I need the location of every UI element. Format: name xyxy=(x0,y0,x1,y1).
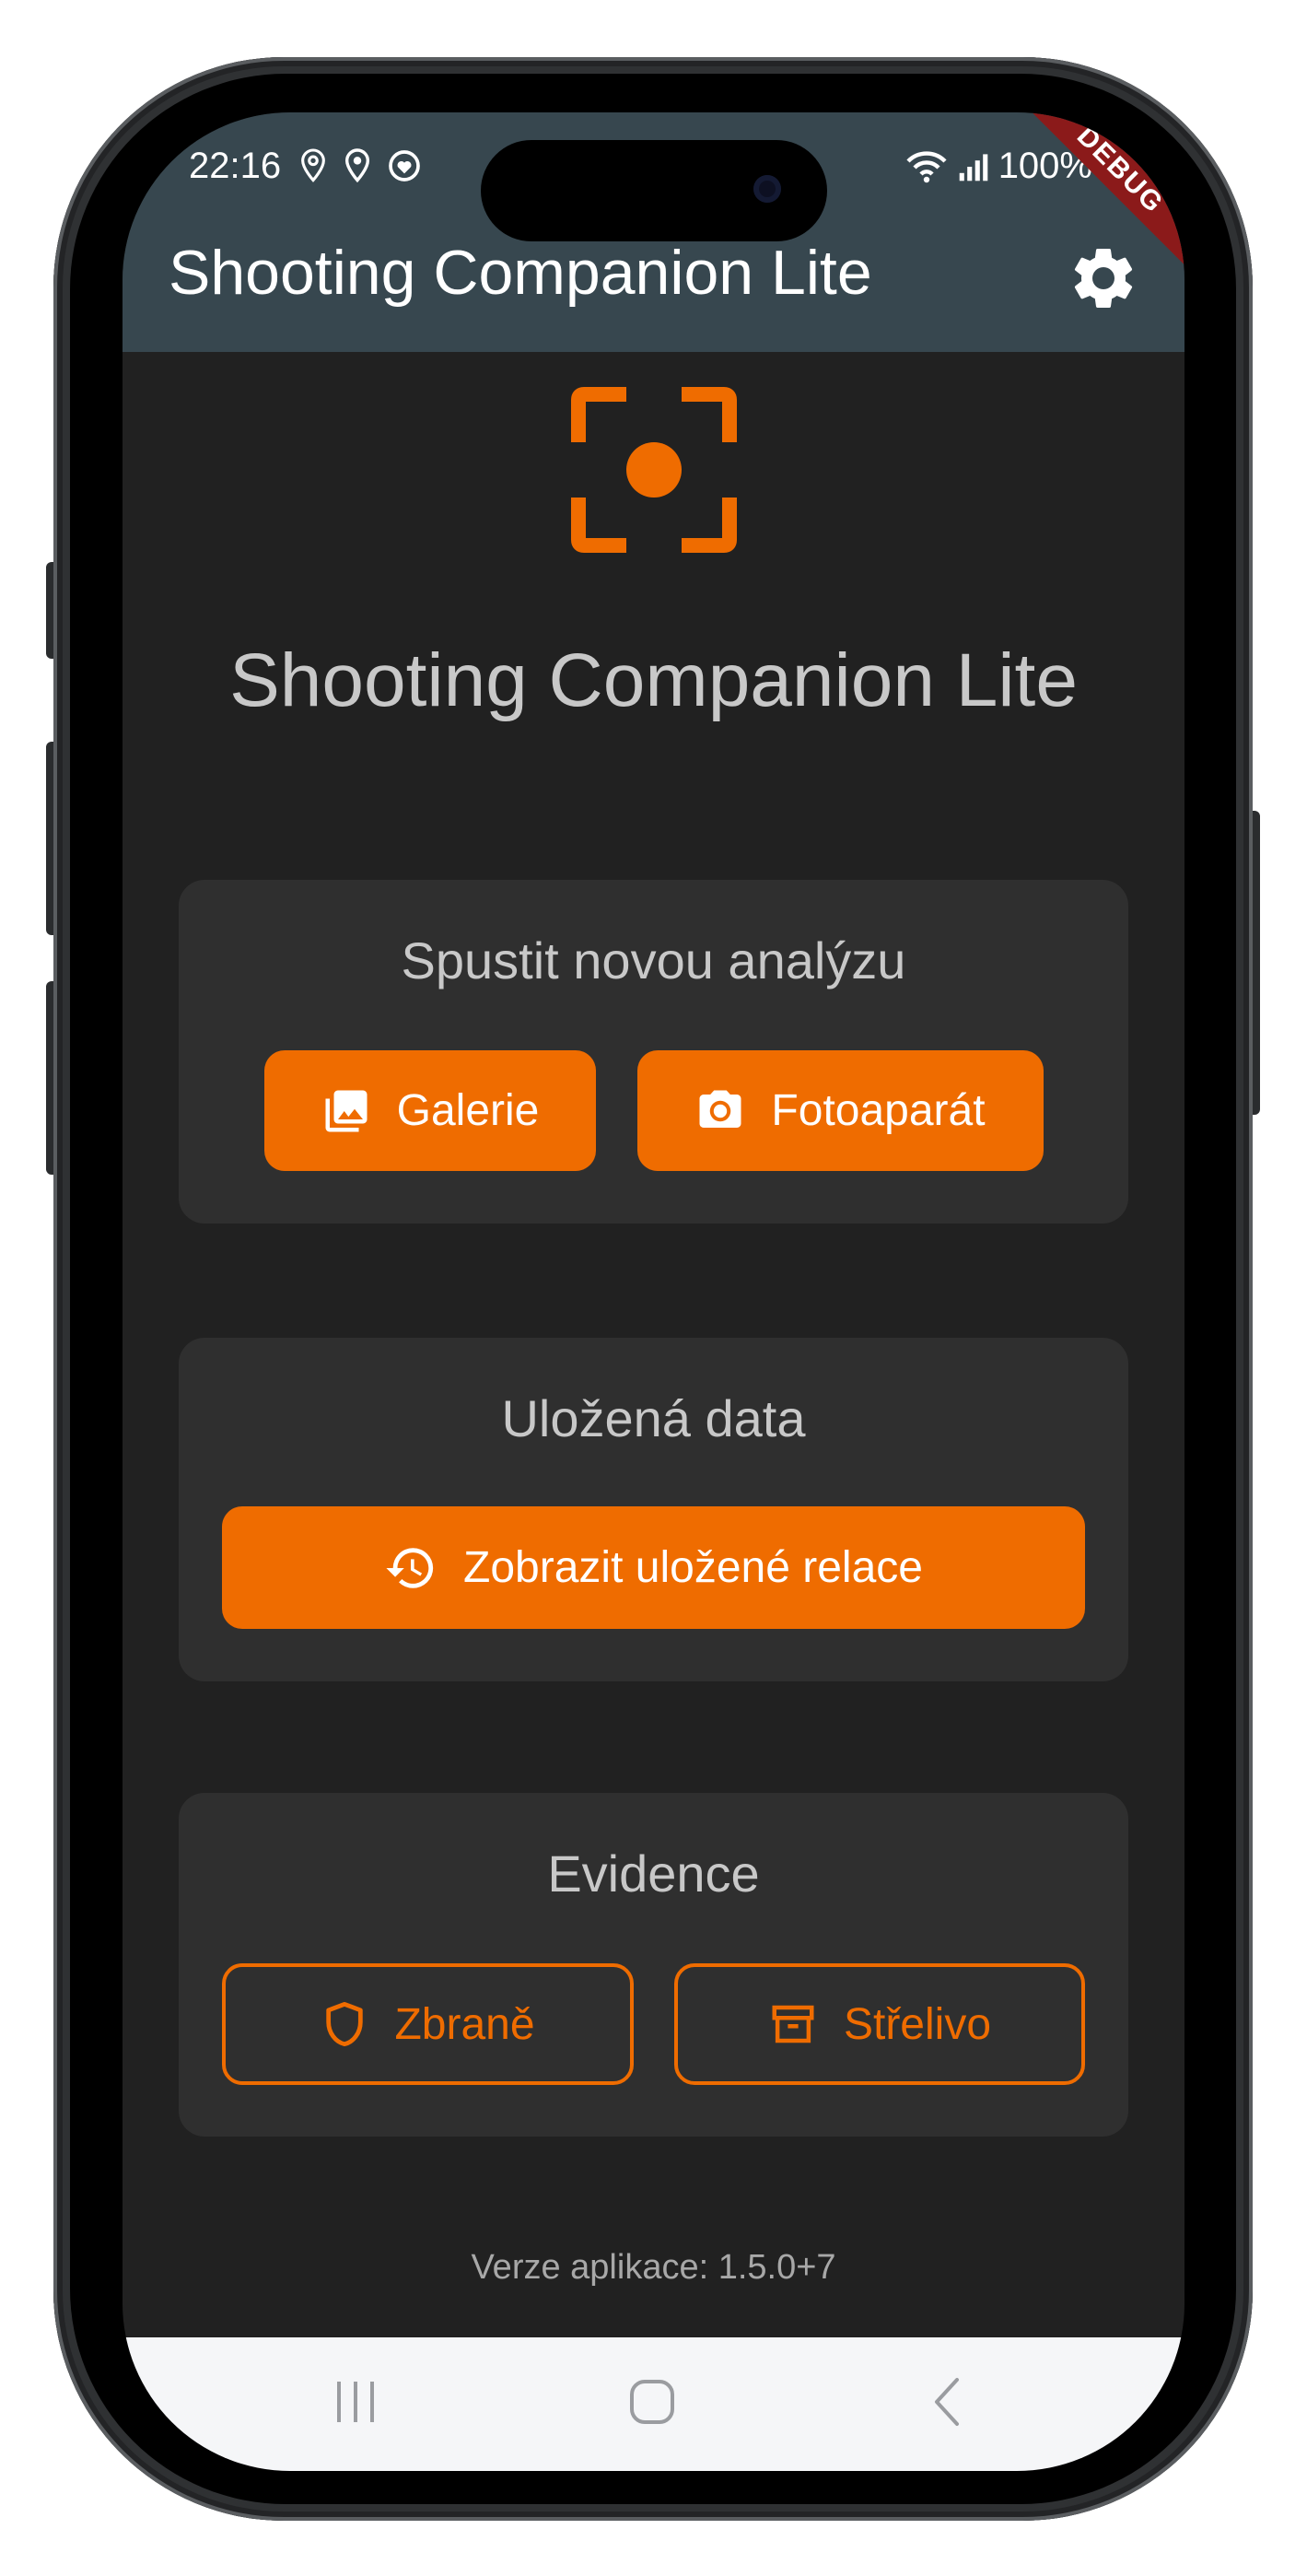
records-title: Evidence xyxy=(547,1844,760,1903)
home-icon[interactable] xyxy=(624,2374,680,2430)
recent-apps-icon[interactable] xyxy=(333,2374,379,2430)
show-sessions-label: Zobrazit uložené relace xyxy=(463,1543,923,1592)
location-icon xyxy=(344,148,370,183)
gallery-icon xyxy=(325,1090,368,1131)
status-icons-right: 100% xyxy=(904,146,1092,187)
camera-button[interactable]: Fotoaparát xyxy=(637,1050,1044,1171)
wifi-icon xyxy=(906,150,947,182)
phone-screen: 22:16 100% DEBUG Shooting Companion Lite… xyxy=(123,112,1184,2471)
location-icon xyxy=(301,148,325,182)
shield-icon xyxy=(326,2001,364,2047)
camera-label: Fotoaparát xyxy=(771,1086,986,1135)
ammo-label: Střelivo xyxy=(843,1999,992,2049)
back-icon[interactable] xyxy=(926,2374,972,2430)
system-nav-bar xyxy=(123,2337,1184,2471)
gallery-label: Galerie xyxy=(396,1086,540,1135)
settings-button[interactable] xyxy=(1067,241,1140,315)
gallery-button[interactable]: Galerie xyxy=(264,1050,596,1171)
front-camera xyxy=(753,175,781,203)
status-time: 22:16 xyxy=(189,146,282,186)
history-icon xyxy=(386,1547,434,1588)
app-version: Verze aplikace: 1.5.0+7 xyxy=(471,2248,836,2287)
app-bar-title: Shooting Companion Lite xyxy=(169,238,872,308)
app-bar: 22:16 100% DEBUG Shooting Companion Lite xyxy=(123,112,1184,352)
gear-icon xyxy=(1074,248,1133,308)
status-icons-left xyxy=(298,147,423,184)
saved-data-card: Uložená data Zobrazit uložené relace xyxy=(179,1338,1128,1681)
ammo-button[interactable]: Střelivo xyxy=(674,1963,1085,2085)
new-analysis-card: Spustit novou analýzu Galerie Fotoaparát xyxy=(179,880,1128,1224)
target-frame-icon xyxy=(571,387,737,553)
weapons-label: Zbraně xyxy=(394,1999,535,2049)
saved-data-title: Uložená data xyxy=(501,1389,806,1447)
signal-icon xyxy=(959,153,987,181)
new-analysis-title: Spustit novou analýzu xyxy=(401,931,906,989)
records-card: Evidence Zbraně Střelivo xyxy=(179,1793,1128,2137)
archive-box-icon xyxy=(772,2005,814,2043)
show-sessions-button[interactable]: Zobrazit uložené relace xyxy=(222,1506,1085,1629)
camera-icon xyxy=(699,1090,741,1128)
heart-sync-icon xyxy=(389,150,420,181)
weapons-button[interactable]: Zbraně xyxy=(222,1963,634,2085)
hero-title: Shooting Companion Lite xyxy=(229,638,1078,722)
